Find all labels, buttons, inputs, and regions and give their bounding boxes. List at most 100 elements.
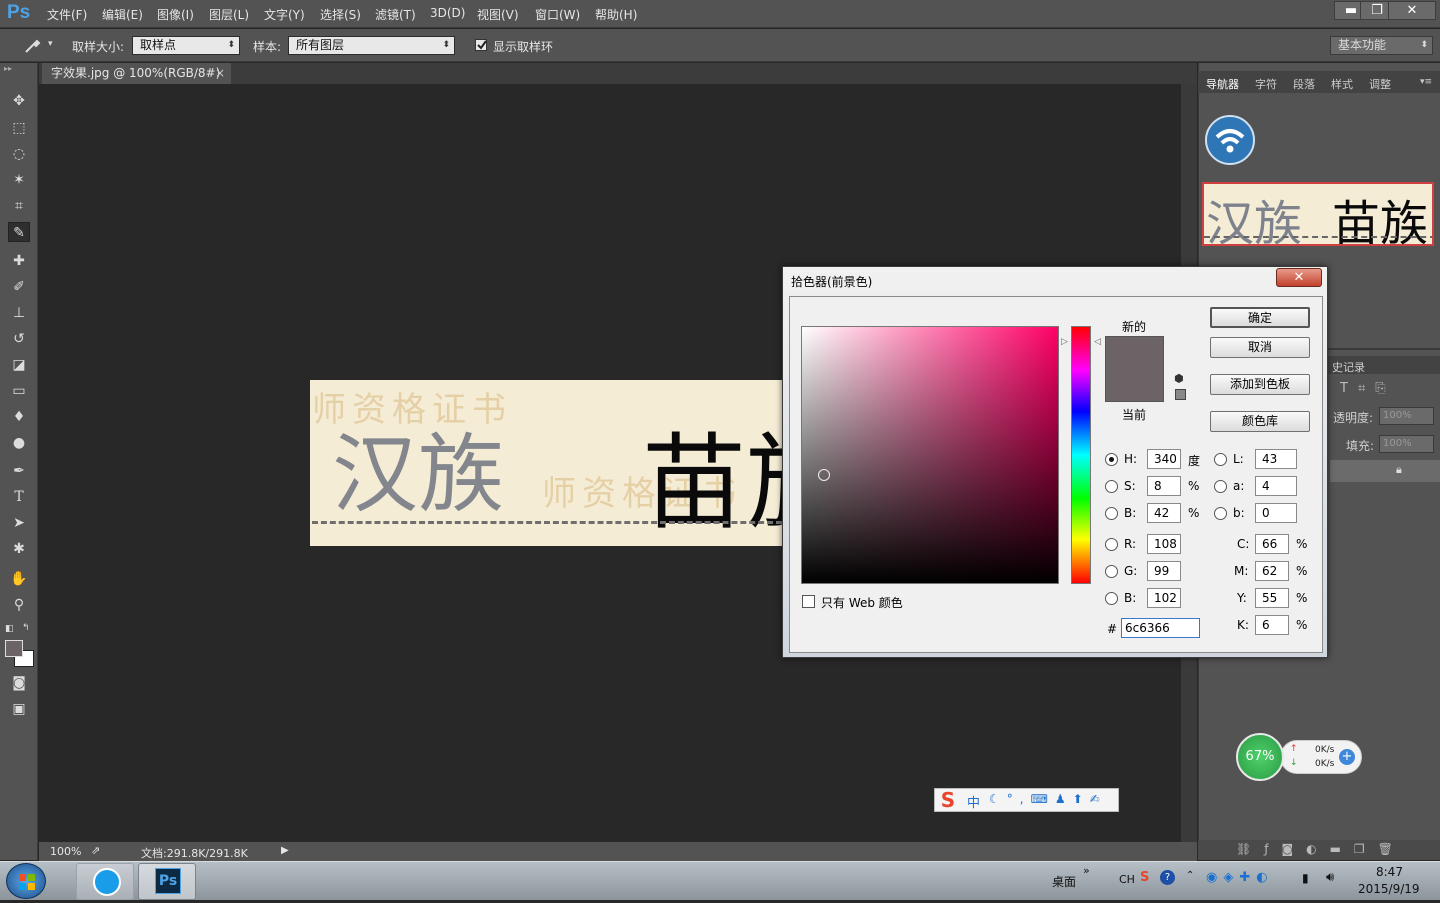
zoom-tool-icon[interactable]: ⚲: [8, 595, 30, 615]
blue-radio[interactable]: [1105, 592, 1118, 605]
crop-tool-icon[interactable]: ⌗: [8, 196, 30, 216]
foreground-color-swatch[interactable]: [5, 640, 23, 657]
a-channel-radio[interactable]: [1214, 480, 1227, 493]
hand-tool-icon[interactable]: ✋: [8, 569, 30, 589]
memory-usage-badge[interactable]: 67%: [1236, 733, 1284, 781]
volume-icon[interactable]: 🔊︎: [1326, 870, 1334, 885]
sample-select[interactable]: 所有图层 ⬍: [288, 36, 455, 55]
type-tool-icon[interactable]: T: [8, 487, 30, 507]
add-to-swatches-button[interactable]: 添加到色板: [1210, 374, 1310, 395]
yellow-field[interactable]: 55: [1255, 588, 1289, 608]
green-radio[interactable]: [1105, 565, 1118, 578]
close-button[interactable]: ✕: [1388, 1, 1436, 20]
ime-tool-icons[interactable]: ☾°,⌨♟⬆✍: [989, 792, 1107, 806]
lightness-field[interactable]: 43: [1255, 449, 1297, 469]
path-selection-tool-icon[interactable]: ➤: [8, 513, 30, 533]
clock-date[interactable]: 2015/9/19: [1358, 882, 1420, 896]
tab-paragraph[interactable]: 段落: [1293, 76, 1315, 92]
magic-wand-tool-icon[interactable]: ✶: [8, 170, 30, 190]
clone-stamp-tool-icon[interactable]: ⊥: [8, 303, 30, 323]
menu-image[interactable]: 图像(I): [157, 6, 194, 23]
history-brush-tool-icon[interactable]: ↺: [8, 329, 30, 349]
green-field[interactable]: 99: [1147, 561, 1181, 581]
eyedropper-tool-icon[interactable]: [22, 35, 42, 55]
menu-view[interactable]: 视图(V): [477, 6, 519, 23]
gamut-cube-icon[interactable]: ⬢: [1174, 372, 1184, 385]
color-field[interactable]: [801, 326, 1059, 584]
menu-edit[interactable]: 编辑(E): [102, 6, 143, 23]
healing-brush-tool-icon[interactable]: ✚: [8, 251, 30, 271]
wifi-icon[interactable]: [1205, 115, 1255, 165]
signal-icon[interactable]: ▮: [1302, 871, 1309, 885]
document-tab[interactable]: 字效果.jpg @ 100%(RGB/8#) ×: [42, 63, 231, 84]
lasso-tool-icon[interactable]: ◌: [8, 144, 30, 164]
collapse-icon[interactable]: ▸▸: [4, 64, 12, 73]
menu-filter[interactable]: 滤镜(T): [375, 6, 416, 23]
pen-tool-icon[interactable]: ✒: [8, 461, 30, 481]
tab-navigator[interactable]: 导航器: [1206, 76, 1239, 92]
menu-select[interactable]: 选择(S): [320, 6, 361, 23]
panel-menu-icon[interactable]: ▾≡: [1420, 77, 1432, 87]
opacity-field[interactable]: 100%: [1379, 407, 1434, 425]
fill-field[interactable]: 100%: [1379, 435, 1434, 453]
move-tool-icon[interactable]: ✥: [8, 91, 30, 111]
default-colors-icon[interactable]: ◧: [5, 624, 14, 634]
tray-icons[interactable]: ◉◈✚◐: [1206, 870, 1274, 885]
black-field[interactable]: 6: [1255, 615, 1289, 635]
taskbar-browser-button[interactable]: [76, 863, 134, 900]
hue-radio[interactable]: [1105, 453, 1118, 466]
sogou-tray-icon[interactable]: S: [1140, 870, 1149, 885]
tab-close-icon[interactable]: ×: [215, 63, 225, 84]
clock-time[interactable]: 8:47: [1376, 865, 1403, 879]
red-field[interactable]: 108: [1147, 534, 1181, 554]
navigator-preview[interactable]: 汉族 苗族: [1202, 182, 1434, 246]
brightness-radio[interactable]: [1105, 507, 1118, 520]
tab-styles[interactable]: 样式: [1331, 76, 1353, 92]
a-channel-field[interactable]: 4: [1255, 476, 1297, 496]
show-ring-checkbox[interactable]: [475, 39, 487, 51]
gradient-tool-icon[interactable]: ▭: [8, 381, 30, 401]
ok-button[interactable]: 确定: [1210, 307, 1310, 328]
document-image[interactable]: 师资格证书 师资格证书 汉族 苗族: [310, 380, 782, 546]
color-libraries-button[interactable]: 颜色库: [1210, 411, 1310, 432]
sogou-logo-icon[interactable]: S: [936, 789, 960, 811]
cyan-field[interactable]: 66: [1255, 534, 1289, 554]
dodge-tool-icon[interactable]: ●: [8, 433, 30, 453]
web-colors-only-checkbox[interactable]: [802, 595, 815, 608]
red-radio[interactable]: [1105, 538, 1118, 551]
b-channel-field[interactable]: 0: [1255, 503, 1297, 523]
hue-field[interactable]: 340: [1147, 449, 1181, 469]
menu-file[interactable]: 文件(F): [47, 6, 87, 23]
brush-tool-icon[interactable]: ✐: [8, 277, 30, 297]
tab-character[interactable]: 字符: [1255, 76, 1277, 92]
hue-slider[interactable]: [1071, 326, 1091, 584]
shape-tool-icon[interactable]: ✱: [8, 539, 30, 559]
layer-filter-icons[interactable]: T⌗⎘: [1340, 381, 1396, 396]
language-indicator[interactable]: CH: [1119, 873, 1135, 886]
desktop-toolbar-label[interactable]: 桌面: [1052, 873, 1076, 890]
current-color-swatch[interactable]: [1106, 369, 1163, 401]
status-menu-arrow-icon[interactable]: ▶: [281, 845, 289, 856]
hue-slider-left-arrow-icon[interactable]: ▷: [1061, 337, 1068, 347]
sample-size-select[interactable]: 取样点 ⬍: [132, 36, 240, 55]
menu-layer[interactable]: 图层(L): [209, 6, 249, 23]
tool-preset-chevron-icon[interactable]: ▾: [48, 39, 53, 49]
b-channel-radio[interactable]: [1214, 507, 1227, 520]
eyedropper-tool-icon[interactable]: ✎: [8, 222, 30, 242]
menu-3d[interactable]: 3D(D): [430, 6, 465, 20]
screen-mode-icon[interactable]: ▣: [8, 699, 30, 719]
swap-colors-icon[interactable]: ↰: [22, 623, 30, 633]
marquee-tool-icon[interactable]: ⬚: [8, 118, 30, 138]
hue-slider-right-arrow-icon[interactable]: ◁: [1094, 337, 1101, 347]
blue-field[interactable]: 102: [1147, 588, 1181, 608]
taskbar-photoshop-button[interactable]: Ps: [138, 863, 196, 900]
tray-expand-icon[interactable]: ⌃: [1186, 870, 1194, 881]
saturation-radio[interactable]: [1105, 480, 1118, 493]
magenta-field[interactable]: 62: [1255, 561, 1289, 581]
dialog-close-button[interactable]: ✕: [1276, 268, 1322, 287]
cancel-button[interactable]: 取消: [1210, 337, 1310, 358]
help-tray-icon[interactable]: ?: [1160, 870, 1175, 885]
blur-tool-icon[interactable]: ♦: [8, 407, 30, 427]
zoom-level[interactable]: 100%: [50, 845, 81, 858]
hex-field[interactable]: 6c6366: [1121, 618, 1200, 638]
